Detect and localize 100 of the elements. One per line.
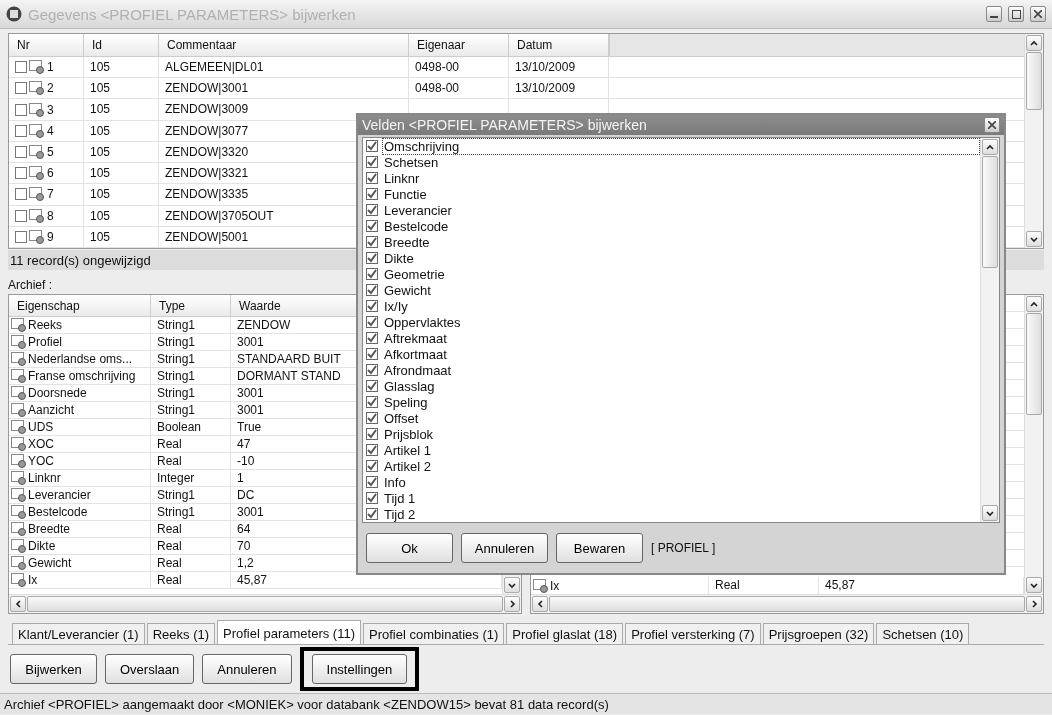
checkbox[interactable] (366, 396, 378, 408)
scroll-up-button[interactable] (1026, 35, 1042, 51)
scroll-right-button[interactable] (1026, 596, 1042, 612)
scrollbar-thumb[interactable] (27, 596, 503, 612)
document-icon (29, 166, 45, 181)
tab[interactable]: Profiel versterking (7) (625, 623, 761, 644)
close-icon (1034, 10, 1042, 18)
column-header[interactable]: Commentaar (159, 34, 409, 56)
horizontal-scrollbar[interactable] (531, 594, 1043, 613)
dialog-button[interactable]: Ok (366, 533, 453, 563)
checkbox[interactable] (366, 364, 378, 376)
status-bar: Archief <PROFIEL> aangemaakt door <MONIEK> voor databank <ZENDOW15> bevat 81 data record(s) (0, 693, 1052, 714)
field-option[interactable]: Ix/Iy (382, 297, 410, 315)
action-button[interactable]: Annuleren (202, 654, 292, 684)
checkbox[interactable] (15, 124, 27, 137)
scroll-left-button[interactable] (10, 596, 26, 612)
checkbox[interactable] (15, 188, 27, 201)
scrollbar-thumb[interactable] (982, 156, 998, 268)
checkbox[interactable] (366, 444, 378, 456)
document-icon (29, 229, 45, 244)
checkbox[interactable] (366, 252, 378, 264)
checkbox[interactable] (366, 380, 378, 392)
checkbox[interactable] (366, 348, 378, 360)
scroll-up-button[interactable] (982, 139, 998, 155)
column-header[interactable]: Nr (9, 34, 84, 56)
action-button[interactable]: Bijwerken (10, 654, 97, 684)
maximize-button[interactable] (1008, 6, 1024, 22)
checkbox[interactable] (366, 188, 378, 200)
field-option[interactable]: Omschrijving (382, 137, 980, 155)
scroll-down-button[interactable] (1026, 231, 1042, 247)
scroll-right-button[interactable] (504, 596, 520, 612)
table-cell: 105 (84, 78, 159, 99)
chevron-down-icon (985, 508, 995, 518)
checkbox[interactable] (366, 428, 378, 440)
table-cell: Ix (28, 573, 38, 587)
checkbox[interactable] (15, 230, 27, 243)
tab[interactable]: Profiel glaslat (18) (506, 623, 624, 644)
scroll-up-button[interactable] (1026, 296, 1042, 312)
vertical-scrollbar[interactable] (980, 138, 999, 522)
scrollbar-thumb[interactable] (549, 596, 1025, 612)
checkbox[interactable] (15, 103, 27, 116)
checkbox[interactable] (366, 284, 378, 296)
table-cell: 3 (47, 102, 54, 117)
checkbox[interactable] (15, 167, 27, 180)
checkbox[interactable] (366, 508, 378, 520)
column-header[interactable]: Id (84, 34, 159, 56)
tab[interactable]: Klant/Leverancier (1) (12, 623, 145, 644)
checkbox[interactable] (366, 300, 378, 312)
table-cell: Real (151, 436, 231, 452)
checkbox[interactable] (366, 460, 378, 472)
field-option[interactable]: Dikte (382, 249, 416, 267)
column-header[interactable]: Type (151, 295, 231, 317)
horizontal-scrollbar[interactable] (9, 594, 521, 613)
checkbox[interactable] (366, 332, 378, 344)
checkbox[interactable] (366, 140, 378, 152)
checkbox[interactable] (15, 146, 27, 158)
minimize-button[interactable] (986, 6, 1002, 22)
action-button[interactable]: Overslaan (105, 654, 195, 684)
scroll-down-button[interactable] (504, 577, 520, 593)
tab[interactable]: Profiel parameters (11) (217, 620, 361, 644)
checkbox[interactable] (366, 476, 378, 488)
dialog-button[interactable]: Bewaren (556, 533, 643, 563)
field-option[interactable]: Tijd 2 (382, 505, 418, 523)
action-button[interactable]: Instellingen (311, 654, 408, 684)
chevron-down-icon (1029, 580, 1039, 590)
checkbox[interactable] (15, 209, 27, 222)
checkbox[interactable] (366, 204, 378, 216)
dialog-button[interactable]: Annuleren (461, 533, 548, 563)
checkbox[interactable] (15, 82, 27, 95)
scroll-left-button[interactable] (532, 596, 548, 612)
field-option[interactable]: Gewicht (382, 281, 433, 299)
document-icon (11, 573, 27, 587)
column-header[interactable]: Eigenschap (9, 295, 151, 317)
scroll-down-button[interactable] (982, 505, 998, 521)
document-icon (11, 488, 27, 502)
vertical-scrollbar[interactable] (1024, 34, 1043, 248)
document-icon (29, 145, 45, 159)
tab[interactable]: Profiel combinaties (1) (363, 623, 505, 644)
table-cell: Doorsnede (28, 386, 87, 400)
checkbox[interactable] (366, 220, 378, 232)
maximize-icon (1011, 9, 1021, 19)
checkbox[interactable] (366, 492, 378, 504)
checkbox[interactable] (366, 268, 378, 280)
scrollbar-thumb[interactable] (1026, 52, 1042, 110)
close-button[interactable] (1030, 6, 1046, 22)
checkbox[interactable] (15, 61, 27, 74)
tab[interactable]: Prijsgroepen (32) (762, 623, 875, 644)
checkbox[interactable] (366, 412, 378, 424)
checkbox[interactable] (366, 172, 378, 184)
column-header[interactable]: Eigenaar (409, 34, 509, 56)
checkbox[interactable] (366, 236, 378, 248)
checkbox[interactable] (366, 316, 378, 328)
scroll-down-button[interactable] (1026, 577, 1042, 593)
tab[interactable]: Schetsen (10) (876, 623, 970, 644)
scrollbar-thumb[interactable] (1026, 313, 1042, 415)
vertical-scrollbar[interactable] (1024, 295, 1043, 594)
table-cell: 6 (47, 166, 54, 181)
tab[interactable]: Reeks (1) (146, 623, 216, 644)
close-button[interactable] (984, 117, 1000, 133)
checkbox[interactable] (366, 156, 378, 168)
